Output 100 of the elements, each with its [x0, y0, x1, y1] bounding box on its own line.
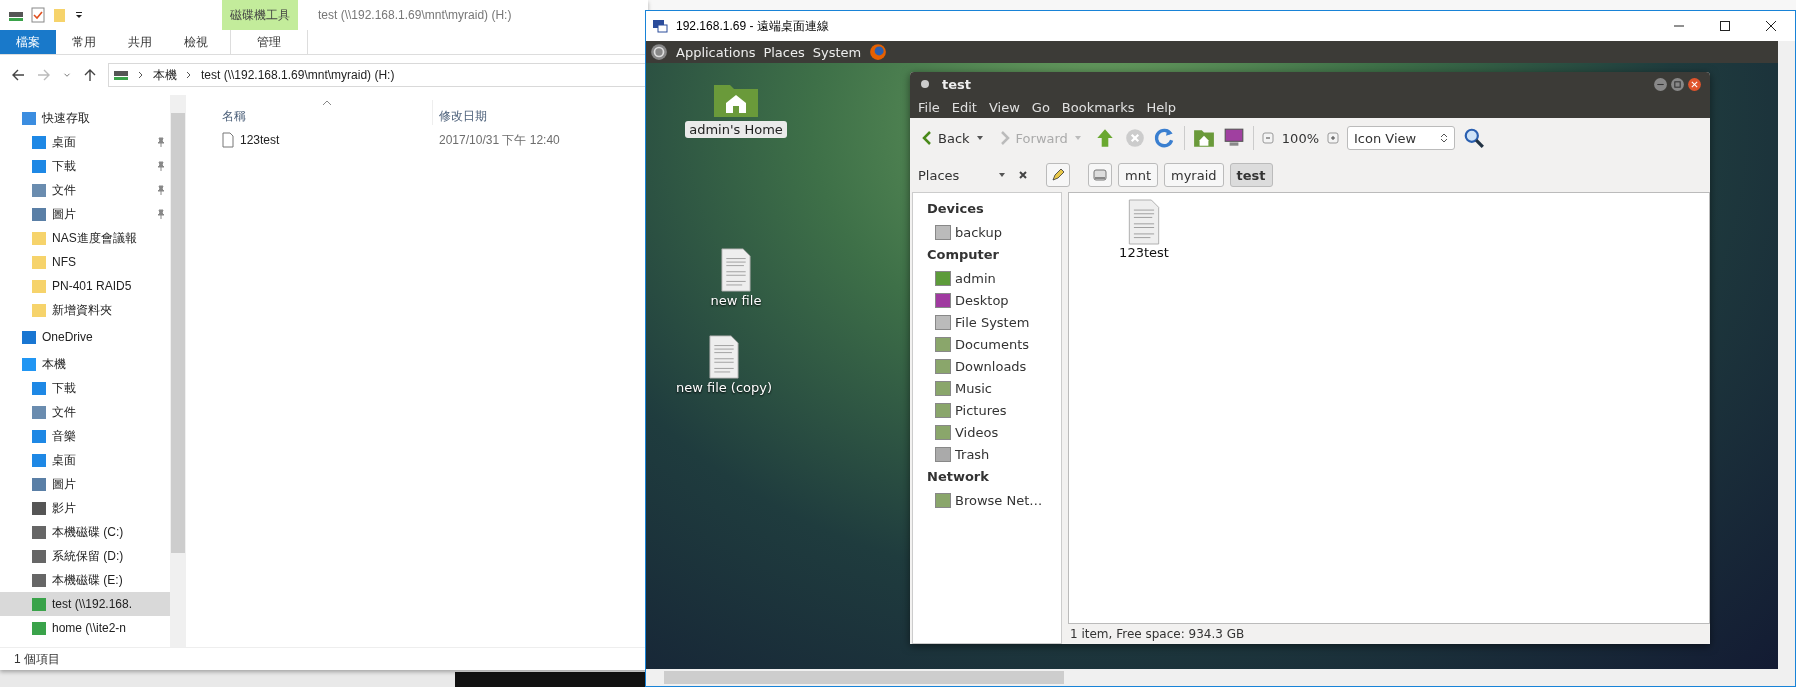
nav-item[interactable]: 影片 [0, 496, 170, 520]
status-text: 1 item, Free space: 934.3 GB [1069, 626, 1246, 643]
context-tab-group: 磁碟機工具 [222, 0, 298, 30]
nav-item[interactable]: NAS進度會議報 [0, 226, 170, 250]
search-icon[interactable] [1463, 127, 1485, 149]
file-name[interactable]: 123test [1119, 245, 1169, 260]
nav-item[interactable]: PN-401 RAID5 [0, 274, 170, 298]
place-icon [935, 336, 951, 352]
dropdown-icon[interactable] [74, 10, 84, 20]
nav-item[interactable]: 圖片 [0, 202, 170, 226]
window-title: test [942, 76, 971, 92]
desktop-icon-label[interactable]: admin's Home [685, 121, 787, 138]
panel-menu[interactable]: Places [763, 44, 805, 60]
panel-menu[interactable]: System [812, 44, 862, 60]
back-arrow-icon[interactable] [10, 67, 26, 83]
place-item[interactable]: Trash [913, 443, 1061, 465]
path-button[interactable]: myraid [1164, 163, 1224, 187]
place-icon [935, 314, 951, 330]
menu-item[interactable]: Go [1031, 99, 1050, 115]
file-icon [222, 132, 234, 148]
place-item[interactable]: Desktop [913, 289, 1061, 311]
scrollbar[interactable] [170, 95, 186, 647]
up-arrow-icon[interactable] [82, 67, 98, 83]
zoom-in-icon[interactable] [1327, 132, 1339, 144]
sidebar-selector[interactable]: Places [918, 167, 1006, 183]
section-heading: Devices [926, 200, 985, 218]
ribbon-tab[interactable]: 檔案 [0, 30, 56, 54]
nav-item[interactable]: 下載 [0, 154, 170, 178]
nav-icon [32, 381, 46, 395]
ribbon-tab[interactable]: 常用 [56, 30, 112, 54]
column-header[interactable]: 名稱 [206, 100, 432, 125]
ribbon-tab[interactable]: 檢視 [168, 30, 224, 54]
address-bar[interactable]: 本機 test (\\192.168.1.69\mnt\myraid) (H:) [108, 63, 648, 87]
desktop-icon-label[interactable]: new file (copy) [671, 379, 777, 396]
menu-item[interactable]: View [988, 99, 1020, 115]
place-item[interactable]: File System [913, 311, 1061, 333]
checklist-icon[interactable] [30, 7, 46, 23]
place-item[interactable]: Pictures [913, 399, 1061, 421]
nav-item[interactable]: 桌面 [0, 130, 170, 154]
nav-item[interactable]: 本機 [0, 352, 170, 376]
place-item[interactable]: Downloads [913, 355, 1061, 377]
place-item[interactable]: admin [913, 267, 1061, 289]
drive-path-button[interactable] [1088, 163, 1112, 187]
browser-icon[interactable] [869, 43, 888, 61]
path-button[interactable]: mnt [1118, 163, 1158, 187]
place-icon [935, 358, 951, 374]
breadcrumb[interactable]: 本機 [153, 66, 177, 84]
place-icon [935, 492, 951, 508]
place-item[interactable]: Videos [913, 421, 1061, 443]
nav-item[interactable]: home (\\ite2-n [0, 616, 170, 640]
nav-item[interactable]: 系統保留 (D:) [0, 544, 170, 568]
window-menu-icon[interactable] [920, 79, 930, 89]
close-icon[interactable] [1765, 20, 1777, 32]
nav-item[interactable]: OneDrive [0, 325, 170, 349]
nav-item[interactable]: 新增資料夾 [0, 298, 170, 322]
nav-item[interactable]: 快速存取 [0, 106, 170, 130]
nav-item[interactable]: 圖片 [0, 472, 170, 496]
panel-menu[interactable]: Applications [676, 44, 756, 60]
menu-item[interactable]: Edit [951, 99, 977, 115]
monitor-icon[interactable] [1222, 127, 1245, 149]
logo-icon[interactable] [650, 43, 668, 61]
zoom-out-icon[interactable] [1261, 132, 1274, 144]
place-item[interactable]: Browse Net… [913, 489, 1061, 511]
scrollbar[interactable] [1778, 41, 1795, 669]
breadcrumb[interactable]: test (\\192.168.1.69\mnt\myraid) (H:) [201, 68, 395, 82]
place-item[interactable]: backup [913, 221, 1061, 243]
nav-icon [32, 621, 46, 635]
menu-item[interactable]: File [918, 99, 940, 115]
scrollbar[interactable] [646, 669, 1795, 686]
nav-item[interactable]: 音樂 [0, 424, 170, 448]
desktop-icon-label[interactable]: new file [706, 292, 766, 309]
nav-item[interactable]: test (\\192.168. [0, 592, 170, 616]
edit-location-button[interactable] [1046, 163, 1070, 187]
nav-item[interactable]: 文件 [0, 400, 170, 424]
view-mode-select[interactable]: Icon View [1347, 126, 1455, 150]
path-button[interactable]: test [1229, 163, 1273, 187]
minimize-icon[interactable] [1653, 76, 1668, 92]
nav-button[interactable]: Back [918, 128, 988, 148]
home-folder-icon[interactable] [1192, 127, 1215, 149]
nav-item[interactable]: 桌面 [0, 448, 170, 472]
nav-item[interactable]: 下載 [0, 376, 170, 400]
nav-item[interactable]: NFS [0, 250, 170, 274]
status-text: 1 個項目 [14, 650, 60, 668]
maximize-icon[interactable] [1719, 20, 1731, 32]
column-header[interactable]: 修改日期 [432, 100, 487, 125]
menu-item[interactable]: Bookmarks [1061, 99, 1135, 115]
reload-icon[interactable] [1153, 127, 1176, 149]
menu-item[interactable]: Help [1146, 99, 1177, 115]
close-icon[interactable] [1018, 170, 1028, 180]
nav-item[interactable]: 本機磁碟 (C:) [0, 520, 170, 544]
nav-icon [32, 231, 46, 245]
place-item[interactable]: Documents [913, 333, 1061, 355]
close-icon[interactable] [1687, 76, 1702, 92]
ribbon-tab[interactable]: 管理 [230, 30, 308, 54]
nav-item[interactable]: 本機磁碟 (E:) [0, 568, 170, 592]
nav-item[interactable]: 文件 [0, 178, 170, 202]
ribbon-tab[interactable]: 共用 [112, 30, 168, 54]
dropdown-arrow-icon [975, 134, 984, 142]
file-name[interactable]: 123test [240, 133, 280, 147]
place-item[interactable]: Music [913, 377, 1061, 399]
